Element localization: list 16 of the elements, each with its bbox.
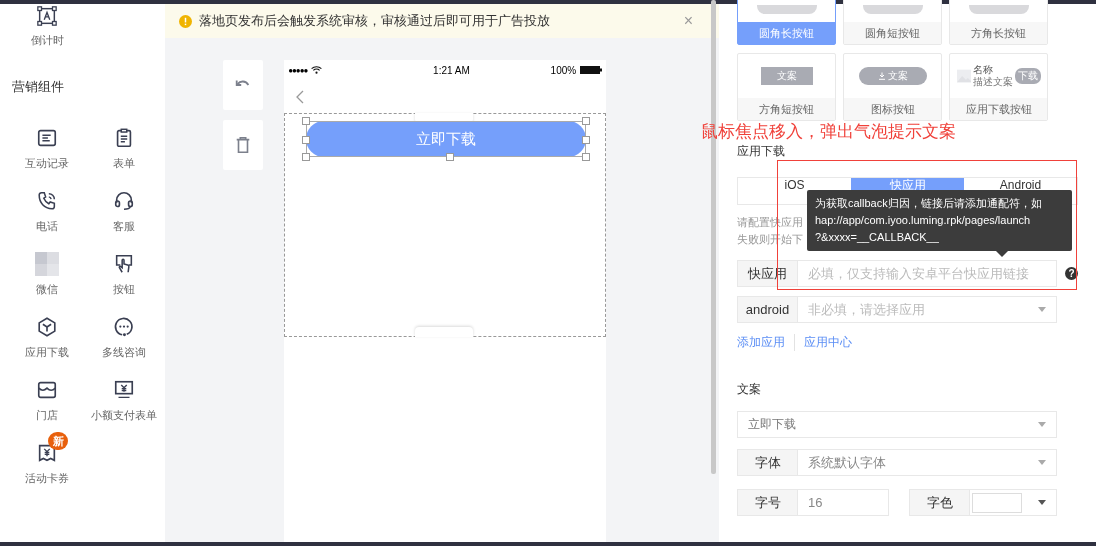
annotation-text: 鼠标焦点移入，弹出气泡提示文案 — [701, 121, 957, 143]
notice-text: 落地页发布后会触发系统审核，审核通过后即可用于广告投放 — [199, 12, 552, 30]
field-label: 字色 — [910, 490, 970, 515]
section-title: 文案 — [737, 381, 762, 398]
button-preview: 文案 — [760, 67, 813, 85]
app-description: 描述文案 — [972, 76, 1013, 88]
signal-dots: ●●●●● — [288, 65, 308, 75]
tooltip: 为获取callback归因，链接后请添加通配符，如 hap://app/com.iyoo.luming.rpk/pages/launch ?&xxxx=__CALLBACK__ — [807, 190, 1072, 251]
app-name: 名称 — [972, 64, 994, 76]
status-time: 1:21 AM — [432, 64, 470, 76]
section-title: 营销组件 — [11, 78, 65, 96]
section-title: 应用下载 — [737, 143, 786, 160]
button-preview: 下载 — [1014, 68, 1041, 84]
button-preview: 文案 — [858, 67, 927, 85]
battery-percent: 100% — [550, 64, 577, 76]
new-badge: 新 — [48, 432, 68, 450]
